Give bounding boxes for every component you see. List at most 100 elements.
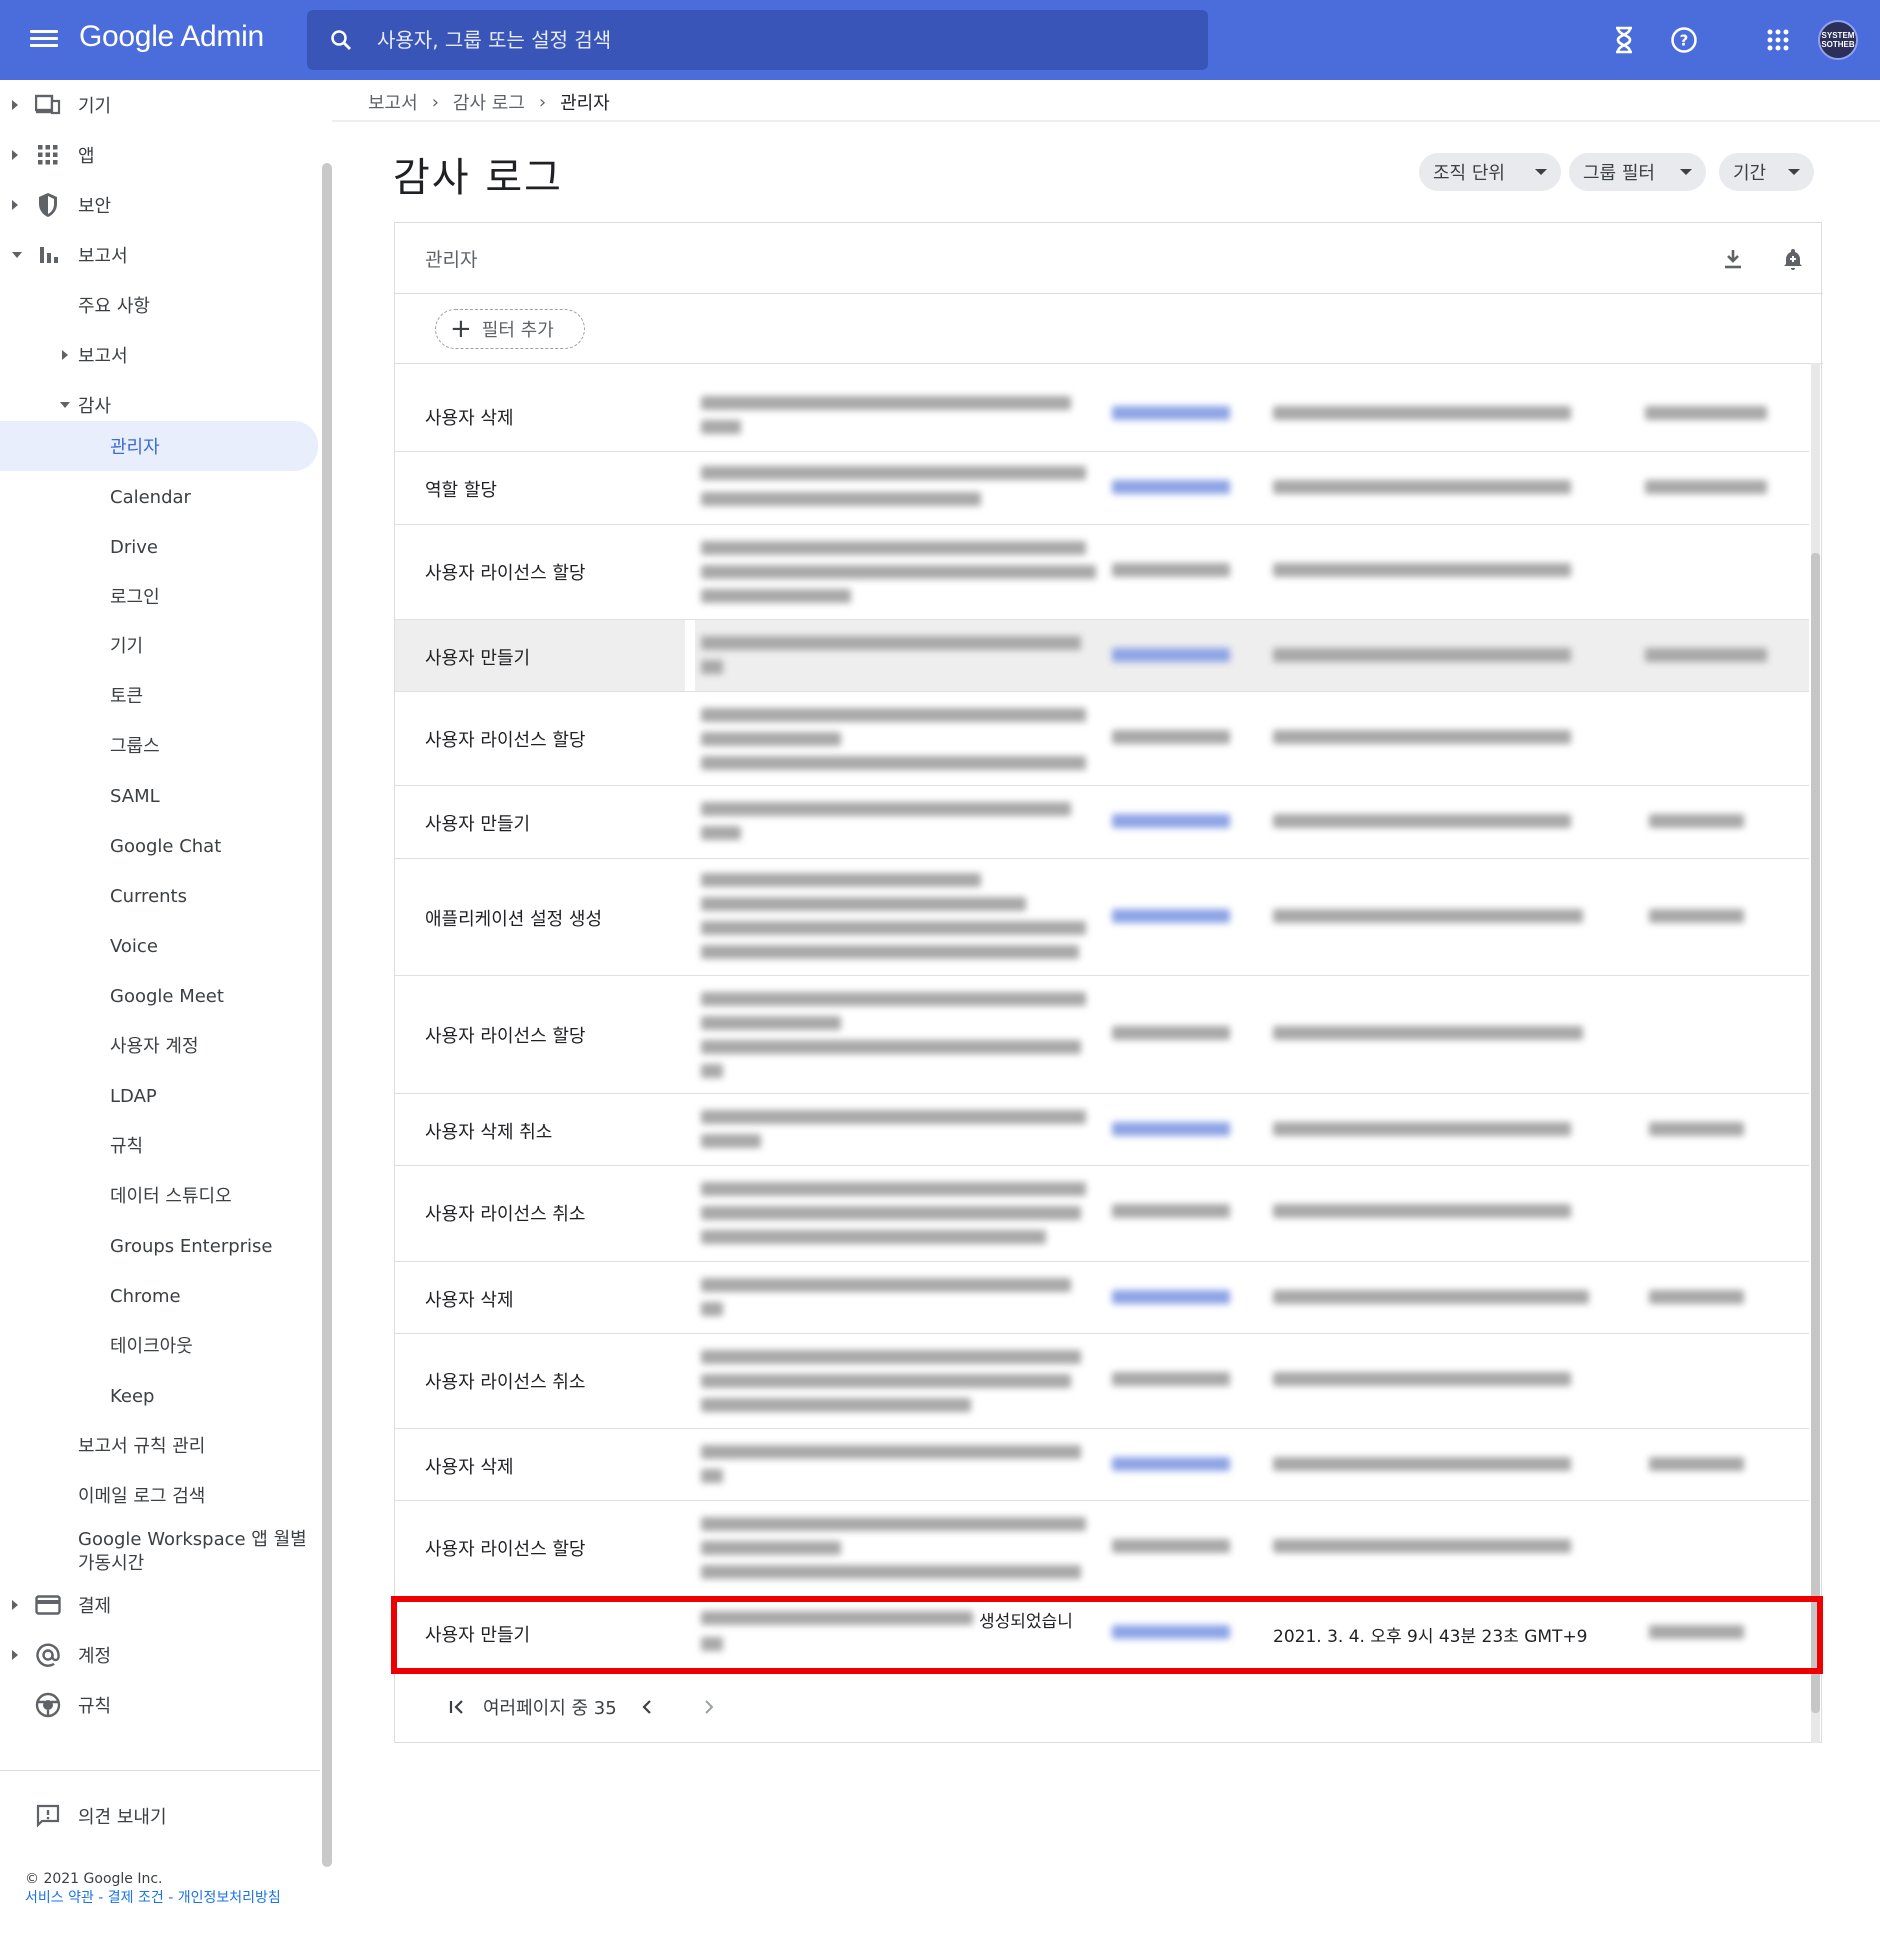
shield-icon (34, 191, 62, 219)
sidebar-item-audit-groups-enterprise[interactable]: Groups Enterprise (0, 1224, 318, 1268)
account-avatar[interactable]: SYSTEM SOTHEB (1818, 20, 1858, 60)
sidebar-item-audit-calendar[interactable]: Calendar (0, 475, 318, 519)
redacted-actor-link[interactable] (1112, 1457, 1230, 1471)
table-row[interactable]: 사용자 라이선스 할당 (395, 692, 1809, 786)
org-unit-filter-chip[interactable]: 조직 단위 (1419, 153, 1561, 191)
expand-arrow-icon[interactable] (12, 1650, 18, 1660)
send-feedback-button[interactable]: 의견 보내기 (0, 1794, 318, 1838)
table-row[interactable]: 사용자 삭제 (395, 1429, 1809, 1501)
breadcrumb-item-audit-log[interactable]: 감사 로그 (453, 89, 525, 115)
table-row[interactable]: 사용자 만들기 (395, 786, 1809, 859)
sidebar-item-audit-takeout[interactable]: 테이크아웃 (0, 1323, 318, 1367)
table-row[interactable]: 사용자 만들기 (395, 620, 1809, 692)
sidebar-item-audit-data-studio[interactable]: 데이터 스튜디오 (0, 1173, 318, 1217)
table-scrollbar-thumb[interactable] (1811, 553, 1820, 1713)
sidebar-scrollbar[interactable] (322, 163, 332, 1867)
sidebar-item-label: Calendar (110, 486, 191, 508)
table-row[interactable]: 역할 할당 (395, 452, 1809, 525)
previous-page-icon[interactable] (635, 1695, 659, 1719)
breadcrumb-item-admin: 관리자 (560, 93, 610, 114)
sidebar-item-audit-token[interactable]: 토큰 (0, 673, 318, 717)
expand-arrow-icon[interactable] (12, 200, 18, 210)
hourglass-icon[interactable] (1606, 22, 1642, 58)
redacted-actor (1112, 1372, 1230, 1386)
sidebar-item-audit-drive[interactable]: Drive (0, 525, 318, 569)
table-row[interactable]: 사용자 삭제 (395, 380, 1809, 452)
collapse-arrow-icon[interactable] (12, 252, 22, 258)
table-row-highlighted[interactable]: 사용자 만들기 생성되었습니 2021. 3. 4. 오후 9시 43분 23초… (395, 1597, 1809, 1672)
group-filter-chip[interactable]: 그룹 필터 (1569, 153, 1706, 191)
table-row[interactable]: 사용자 라이선스 할당 (395, 976, 1809, 1094)
table-row[interactable]: 사용자 라이선스 할당 (395, 525, 1809, 620)
sidebar-item-reports[interactable]: 보고서 (0, 233, 318, 277)
sidebar-item-label: 보고서 (78, 346, 128, 367)
expand-arrow-icon[interactable] (12, 150, 18, 160)
footer-links[interactable]: 서비스 약관 - 결제 조건 - 개인정보처리방침 (25, 1889, 315, 1908)
redacted-description (701, 992, 1086, 1006)
redacted-description (701, 1206, 1081, 1220)
sidebar-item-billing[interactable]: 결제 (0, 1583, 318, 1627)
sidebar-item-email-log-search[interactable]: 이메일 로그 검색 (0, 1473, 318, 1517)
add-filter-button[interactable]: + 필터 추가 (435, 309, 585, 349)
redacted-actor-link[interactable] (1112, 1625, 1230, 1639)
table-scrollbar[interactable] (1811, 363, 1820, 1743)
sidebar-item-audit-meet[interactable]: Google Meet (0, 974, 318, 1018)
breadcrumb-item-reports[interactable]: 보고서 (368, 89, 418, 115)
table-row[interactable]: 사용자 삭제 취소 (395, 1094, 1809, 1166)
table-row[interactable]: 사용자 라이선스 취소 (395, 1166, 1809, 1262)
table-row[interactable]: 애플리케이션 설정 생성 (395, 859, 1809, 976)
table-row[interactable]: 사용자 라이선스 할당 (395, 1501, 1809, 1597)
redacted-actor-link[interactable] (1112, 406, 1230, 420)
search-bar[interactable] (307, 10, 1208, 70)
sidebar-item-audit-chrome[interactable]: Chrome (0, 1274, 318, 1318)
app-launcher-icon[interactable] (1760, 22, 1796, 58)
sidebar-item-highlights[interactable]: 주요 사항 (0, 283, 318, 327)
sidebar-item-security[interactable]: 보안 (0, 183, 318, 227)
table-row[interactable]: 사용자 삭제 (395, 1262, 1809, 1334)
date-range-chip[interactable]: 기간 (1719, 153, 1814, 191)
table-row[interactable]: 사용자 라이선스 취소 (395, 1334, 1809, 1429)
hamburger-menu-icon[interactable] (30, 26, 58, 54)
sidebar-item-account[interactable]: 계정 (0, 1633, 318, 1677)
avatar-text-line1: SYSTEM (1821, 31, 1855, 40)
app-brand[interactable]: Google Admin (79, 20, 264, 54)
redacted-ip (1649, 1457, 1744, 1471)
sidebar-item-audit-groups[interactable]: 그룹스 (0, 723, 318, 767)
sidebar-item-audit-rules[interactable]: 규칙 (0, 1123, 318, 1167)
expand-arrow-icon[interactable] (62, 350, 68, 360)
sidebar-item-devices[interactable]: 기기 (0, 83, 318, 127)
sidebar-item-audit-currents[interactable]: Currents (0, 874, 318, 918)
sidebar-item-reports-sub[interactable]: 보고서 (0, 333, 318, 377)
sidebar-item-audit-saml[interactable]: SAML (0, 774, 318, 818)
sidebar-item-audit-devices[interactable]: 기기 (0, 623, 318, 667)
sidebar-item-uptime[interactable]: Google Workspace 앱 월별 가동시간 (0, 1528, 318, 1584)
redacted-actor-link[interactable] (1112, 480, 1230, 494)
download-icon[interactable] (1717, 243, 1749, 275)
redacted-actor-link[interactable] (1112, 1290, 1230, 1304)
search-input[interactable] (377, 22, 1177, 58)
next-page-icon[interactable] (697, 1695, 721, 1719)
sidebar-item-label: 기기 (110, 636, 144, 657)
add-alert-icon[interactable] (1777, 243, 1809, 275)
expand-arrow-icon[interactable] (12, 100, 18, 110)
cell-gap (685, 620, 695, 691)
redacted-actor-link[interactable] (1112, 909, 1230, 923)
expand-arrow-icon[interactable] (12, 1600, 18, 1610)
redacted-actor-link[interactable] (1112, 648, 1230, 662)
sidebar-item-audit-login[interactable]: 로그인 (0, 574, 318, 618)
sidebar-item-audit-keep[interactable]: Keep (0, 1374, 318, 1418)
sidebar-item-audit-voice[interactable]: Voice (0, 924, 318, 968)
first-page-icon[interactable] (445, 1695, 469, 1719)
top-app-bar: Google Admin ? SYSTEM SOTHEB (0, 0, 1880, 80)
sidebar-item-audit-chat[interactable]: Google Chat (0, 824, 318, 868)
redacted-actor-link[interactable] (1112, 1122, 1230, 1136)
redacted-actor-link[interactable] (1112, 814, 1230, 828)
sidebar-item-rules[interactable]: 규칙 (0, 1683, 318, 1727)
collapse-arrow-icon[interactable] (60, 402, 70, 408)
help-icon[interactable]: ? (1666, 22, 1702, 58)
sidebar-item-audit-admin[interactable]: 관리자 (0, 421, 318, 471)
sidebar-item-audit-ldap[interactable]: LDAP (0, 1074, 318, 1118)
sidebar-item-report-rules[interactable]: 보고서 규칙 관리 (0, 1423, 318, 1467)
sidebar-item-audit-user-accounts[interactable]: 사용자 계정 (0, 1023, 318, 1067)
sidebar-item-apps[interactable]: 앱 (0, 133, 318, 177)
